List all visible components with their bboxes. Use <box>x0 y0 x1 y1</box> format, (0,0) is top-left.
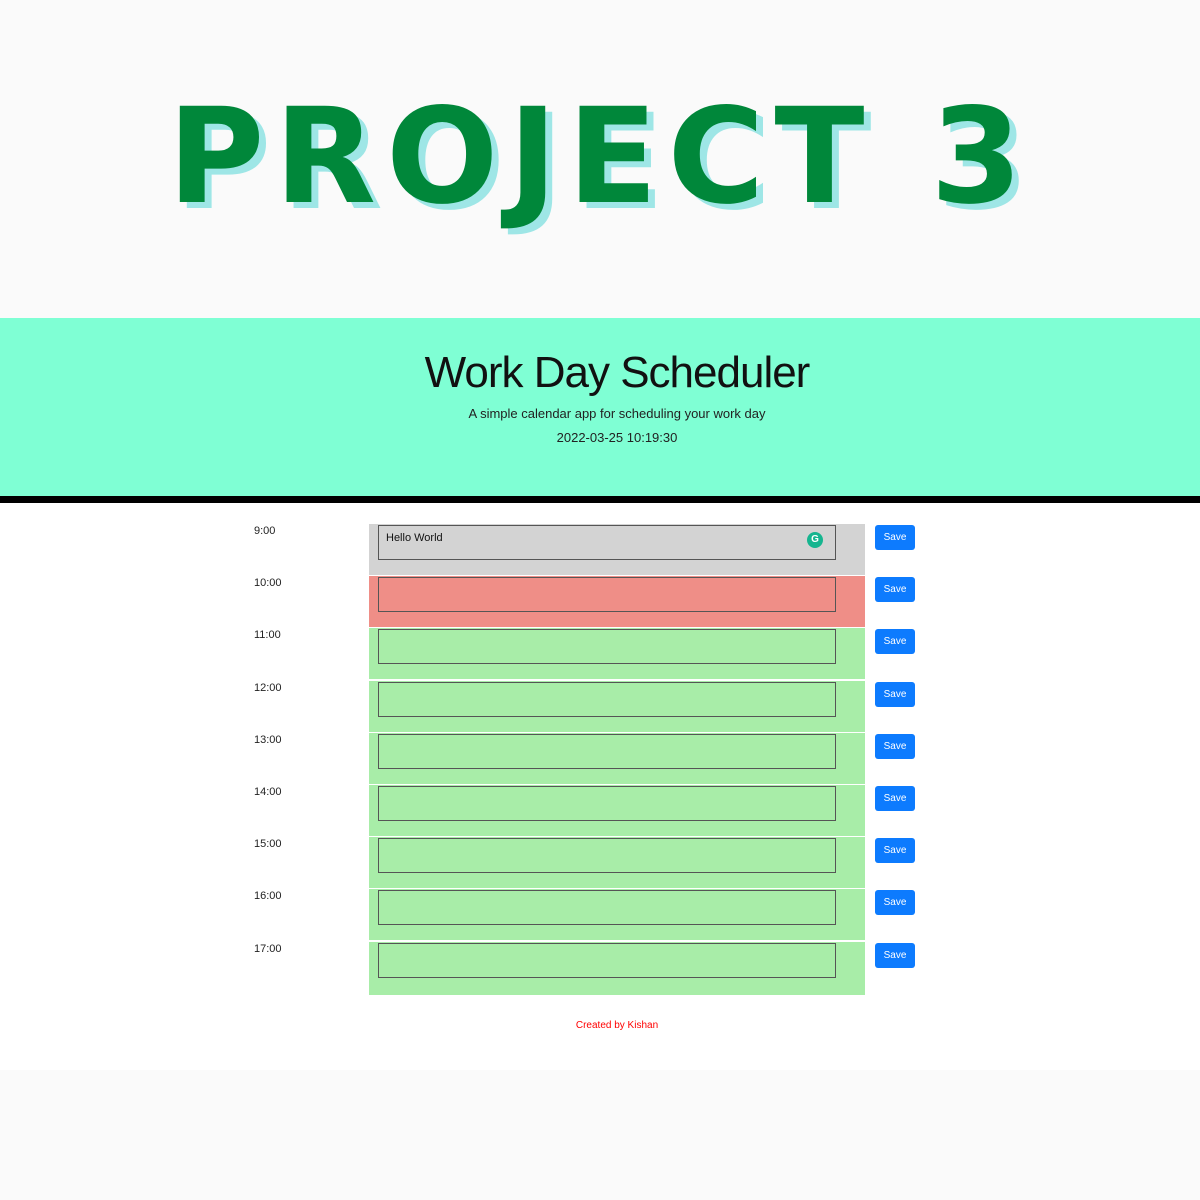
save-button[interactable]: Save <box>875 734 915 759</box>
time-block-row: 12:00 Save <box>0 681 1200 733</box>
project-banner: PROJECT 3 <box>0 0 1200 318</box>
save-button[interactable]: Save <box>875 890 915 915</box>
time-block-future <box>369 837 865 889</box>
current-datetime: 2022-03-25 10:19:30 <box>556 430 678 445</box>
time-block-row: 15:00 Save <box>0 837 1200 889</box>
event-textarea[interactable] <box>378 890 836 925</box>
time-block-future <box>369 889 865 941</box>
save-button[interactable]: Save <box>875 577 915 602</box>
hour-label: 15:00 <box>254 838 282 850</box>
event-textarea[interactable] <box>378 786 836 821</box>
time-block-future <box>369 785 865 837</box>
banner-title: PROJECT 3 <box>167 80 1033 234</box>
save-button[interactable]: Save <box>875 682 915 707</box>
time-block-row: 9:00 Hello World G Save <box>0 524 1200 576</box>
time-block-future <box>369 733 865 785</box>
event-textarea[interactable] <box>378 629 836 664</box>
hour-label: 13:00 <box>254 734 282 746</box>
event-textarea[interactable] <box>378 943 836 978</box>
save-button[interactable]: Save <box>875 629 915 654</box>
time-block-future <box>369 681 865 733</box>
time-block-future <box>369 942 865 995</box>
event-textarea[interactable] <box>378 838 836 873</box>
save-button[interactable]: Save <box>875 838 915 863</box>
time-block-row: 13:00 Save <box>0 733 1200 785</box>
footer-credit: Created by Kishan <box>575 1020 659 1031</box>
time-block-row: 16:00 Save <box>0 889 1200 941</box>
hour-label: 11:00 <box>254 629 281 641</box>
hour-label: 10:00 <box>254 577 282 589</box>
app-header: Work Day Scheduler A simple calendar app… <box>0 318 1200 503</box>
time-block-present <box>369 576 865 628</box>
time-block-row: 11:00 Save <box>0 628 1200 680</box>
hour-label: 14:00 <box>254 786 282 798</box>
time-block-row: 14:00 Save <box>0 785 1200 837</box>
time-block-row: 17:00 Save <box>0 942 1200 995</box>
time-block-future <box>369 628 865 680</box>
event-textarea[interactable] <box>378 577 836 612</box>
hour-label: 17:00 <box>254 943 282 955</box>
save-button[interactable]: Save <box>875 525 915 550</box>
save-button[interactable]: Save <box>875 943 915 968</box>
hour-label: 16:00 <box>254 890 282 902</box>
schedule-container: 9:00 Hello World G Save 10:00 Save 11:00… <box>0 503 1200 1070</box>
grammarly-icon[interactable]: G <box>807 532 823 548</box>
page-title: Work Day Scheduler <box>424 348 811 397</box>
event-textarea[interactable] <box>378 682 836 717</box>
hour-label: 9:00 <box>254 525 276 537</box>
time-block-row: 10:00 Save <box>0 576 1200 628</box>
event-textarea[interactable]: Hello World <box>378 525 836 560</box>
event-textarea[interactable] <box>378 734 836 769</box>
save-button[interactable]: Save <box>875 786 915 811</box>
hour-label: 12:00 <box>254 682 282 694</box>
time-block-past: Hello World G <box>369 524 865 576</box>
page-subtitle: A simple calendar app for scheduling you… <box>468 406 766 421</box>
